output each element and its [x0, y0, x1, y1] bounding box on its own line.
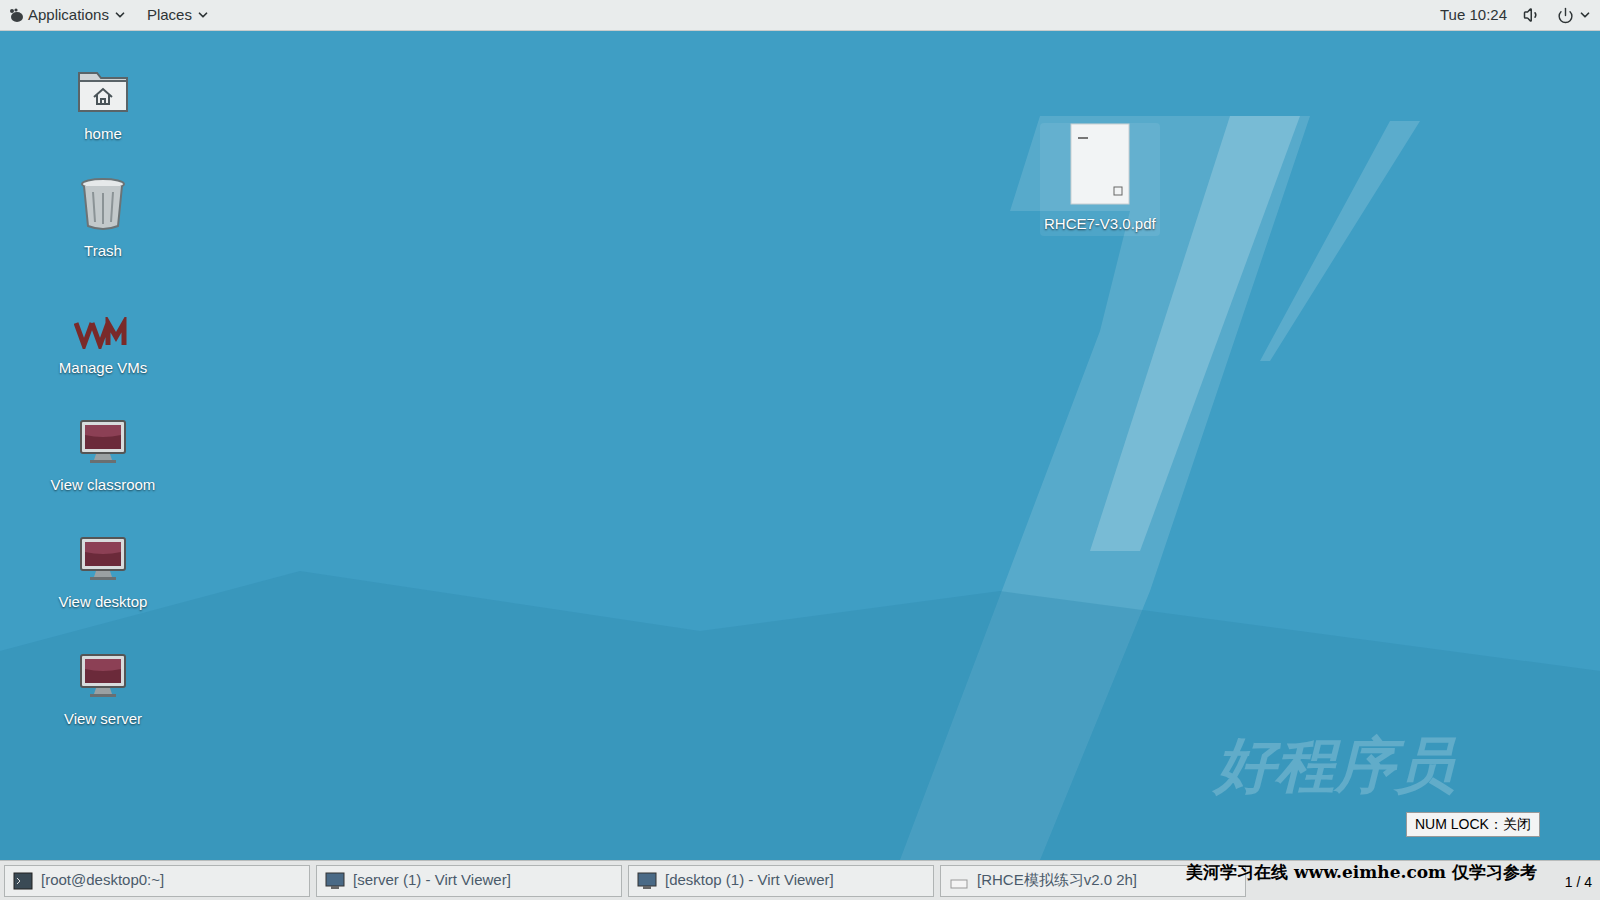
dropdown-arrow-icon: [113, 8, 127, 22]
virt-viewer-icon: [637, 872, 657, 890]
desktop-icon[interactable]: home: [75, 57, 131, 152]
top-menu[interactable]: Places: [147, 4, 210, 27]
watermark-logo: 好程序员: [1215, 721, 1455, 811]
power-icon[interactable]: [1557, 7, 1574, 24]
taskbar-button[interactable]: [server (1) - Virt Viewer]: [316, 865, 622, 897]
file-icon[interactable]: RHCE7-V3.0.pdf: [1040, 123, 1160, 236]
monitor-icon: [78, 652, 128, 700]
taskbar-button[interactable]: [desktop (1) - Virt Viewer]: [628, 865, 934, 897]
trash-icon: [79, 176, 127, 232]
volume-icon[interactable]: [1523, 6, 1541, 24]
watermark-text: 美河学习在线 www.eimhe.com 仅学习参考: [1186, 860, 1537, 886]
gnome-foot-icon: [8, 7, 24, 23]
page-counter: 1 / 4: [1565, 872, 1592, 893]
desktop-icon[interactable]: View classroom: [51, 408, 156, 503]
desktop-icon[interactable]: Trash: [79, 174, 127, 269]
home-folder-icon: [75, 65, 131, 115]
clock[interactable]: Tue 10:24: [1440, 4, 1507, 27]
monitor-icon: [78, 418, 128, 466]
desktop-icon[interactable]: Manage VMs: [59, 291, 147, 386]
desktop-icon[interactable]: View server: [64, 642, 142, 737]
desktop-area: home Trash Manage VMs View classroom View de…: [0, 31, 1600, 860]
document-icon: [949, 872, 969, 890]
dropdown-arrow-icon: [1578, 8, 1592, 22]
top-menu[interactable]: Applications: [8, 4, 127, 27]
virtual-machines-icon: [74, 317, 132, 349]
terminal-icon: [13, 872, 33, 890]
top-bar: Applications Places Tue 10:24: [0, 0, 1600, 31]
virt-viewer-icon: [325, 872, 345, 890]
dropdown-arrow-icon: [196, 8, 210, 22]
monitor-icon: [78, 535, 128, 583]
pdf-document-icon: [1070, 123, 1130, 205]
desktop-icon[interactable]: View desktop: [59, 525, 148, 620]
numlock-indicator: NUM LOCK：关闭: [1406, 812, 1540, 837]
taskbar-button[interactable]: [root@desktop0:~]: [4, 865, 310, 897]
desktop-icons: home Trash Manage VMs View classroom View de…: [38, 31, 168, 737]
desktop-screen: Applications Places Tue 10:24 home Trash Mana…: [0, 0, 1600, 900]
